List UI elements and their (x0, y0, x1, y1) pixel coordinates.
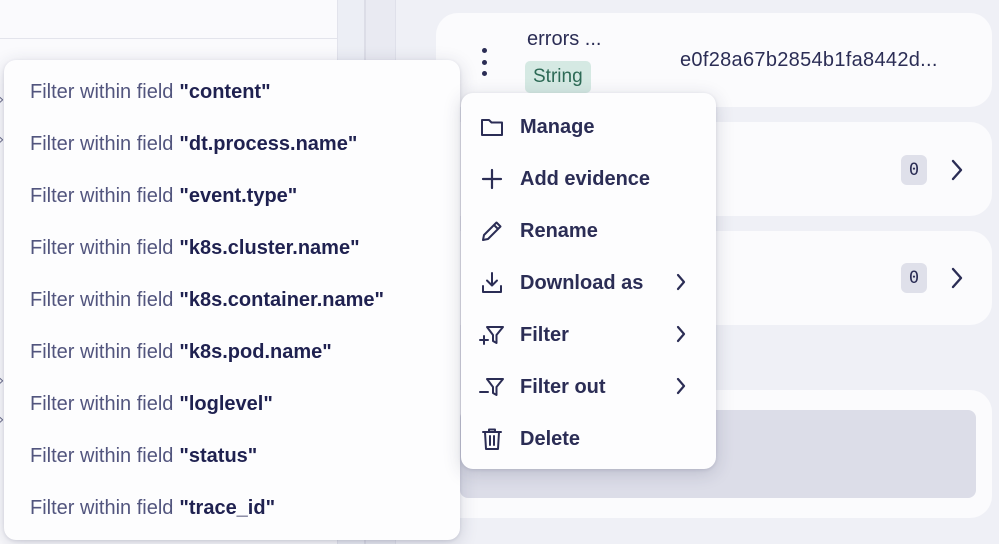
submenu-item-trace-id[interactable]: Filter within field "trace_id" (4, 482, 460, 534)
submenu-item-prefix: Filter within field (30, 80, 174, 103)
submenu-item-prefix: Filter within field (30, 496, 174, 519)
submenu-item-prefix: Filter within field (30, 132, 174, 155)
menu-item-add-evidence[interactable]: Add evidence (461, 153, 716, 205)
filter-remove-icon (477, 372, 507, 402)
submenu-item-dt-process-name[interactable]: Filter within field "dt.process.name" (4, 118, 460, 170)
menu-item-rename[interactable]: Rename (461, 205, 716, 257)
submenu-item-field: "trace_id" (179, 496, 276, 519)
filter-field-submenu: Filter within field "content" Filter wit… (4, 60, 460, 540)
chevron-right-icon (675, 324, 687, 344)
submenu-item-prefix: Filter within field (30, 392, 174, 415)
folder-icon (477, 112, 507, 142)
chevron-right-icon (675, 272, 687, 292)
submenu-item-field: "k8s.cluster.name" (179, 236, 360, 259)
submenu-item-field: "k8s.container.name" (179, 288, 384, 311)
filter-add-icon (477, 320, 507, 350)
submenu-item-prefix: Filter within field (30, 444, 174, 467)
menu-item-label: Filter (520, 323, 569, 346)
submenu-item-field: "loglevel" (179, 392, 273, 415)
menu-item-label: Download as (520, 271, 644, 294)
submenu-item-field: "event.type" (179, 184, 298, 207)
submenu-item-prefix: Filter within field (30, 184, 174, 207)
menu-item-label: Delete (520, 427, 581, 450)
count-badge: 0 (901, 155, 927, 185)
submenu-item-k8s-container-name[interactable]: Filter within field "k8s.container.name" (4, 274, 460, 326)
submenu-item-k8s-pod-name[interactable]: Filter within field "k8s.pod.name" (4, 326, 460, 378)
submenu-item-k8s-cluster-name[interactable]: Filter within field "k8s.cluster.name" (4, 222, 460, 274)
submenu-item-field: "status" (179, 444, 258, 467)
more-options-icon[interactable] (476, 48, 492, 76)
plus-icon (477, 164, 507, 194)
submenu-item-field: "k8s.pod.name" (179, 340, 332, 363)
type-badge: String (525, 61, 591, 93)
menu-item-label: Filter out (520, 375, 606, 398)
menu-item-delete[interactable]: Delete (461, 413, 716, 465)
submenu-item-field: "content" (179, 80, 271, 103)
table-divider (0, 38, 337, 39)
submenu-item-prefix: Filter within field (30, 236, 174, 259)
app-root: › › › › errors ... String e0f28a67b2854b… (0, 0, 999, 544)
trash-icon (477, 424, 507, 454)
menu-item-label: Add evidence (520, 167, 651, 190)
field-name: errors ... (527, 28, 602, 50)
chevron-right-icon[interactable] (950, 159, 964, 181)
submenu-item-prefix: Filter within field (30, 288, 174, 311)
submenu-item-prefix: Filter within field (30, 340, 174, 363)
chevron-right-icon (675, 376, 687, 396)
count-badge: 0 (901, 263, 927, 293)
menu-item-download-as[interactable]: Download as (461, 257, 716, 309)
submenu-item-event-type[interactable]: Filter within field "event.type" (4, 170, 460, 222)
menu-item-filter-out[interactable]: Filter out (461, 361, 716, 413)
menu-item-label: Rename (520, 219, 598, 242)
field-context-menu: Manage Add evidence Rename Download as F… (461, 93, 716, 469)
pencil-icon (477, 216, 507, 246)
field-value: e0f28a67b2854b1fa8442d... (680, 49, 938, 71)
submenu-item-loglevel[interactable]: Filter within field "loglevel" (4, 378, 460, 430)
chevron-right-icon[interactable] (950, 267, 964, 289)
submenu-item-content[interactable]: Filter within field "content" (4, 66, 460, 118)
menu-item-filter[interactable]: Filter (461, 309, 716, 361)
submenu-item-field: "dt.process.name" (179, 132, 358, 155)
download-icon (477, 268, 507, 298)
menu-item-manage[interactable]: Manage (461, 101, 716, 153)
menu-item-label: Manage (520, 115, 595, 138)
submenu-item-status[interactable]: Filter within field "status" (4, 430, 460, 482)
